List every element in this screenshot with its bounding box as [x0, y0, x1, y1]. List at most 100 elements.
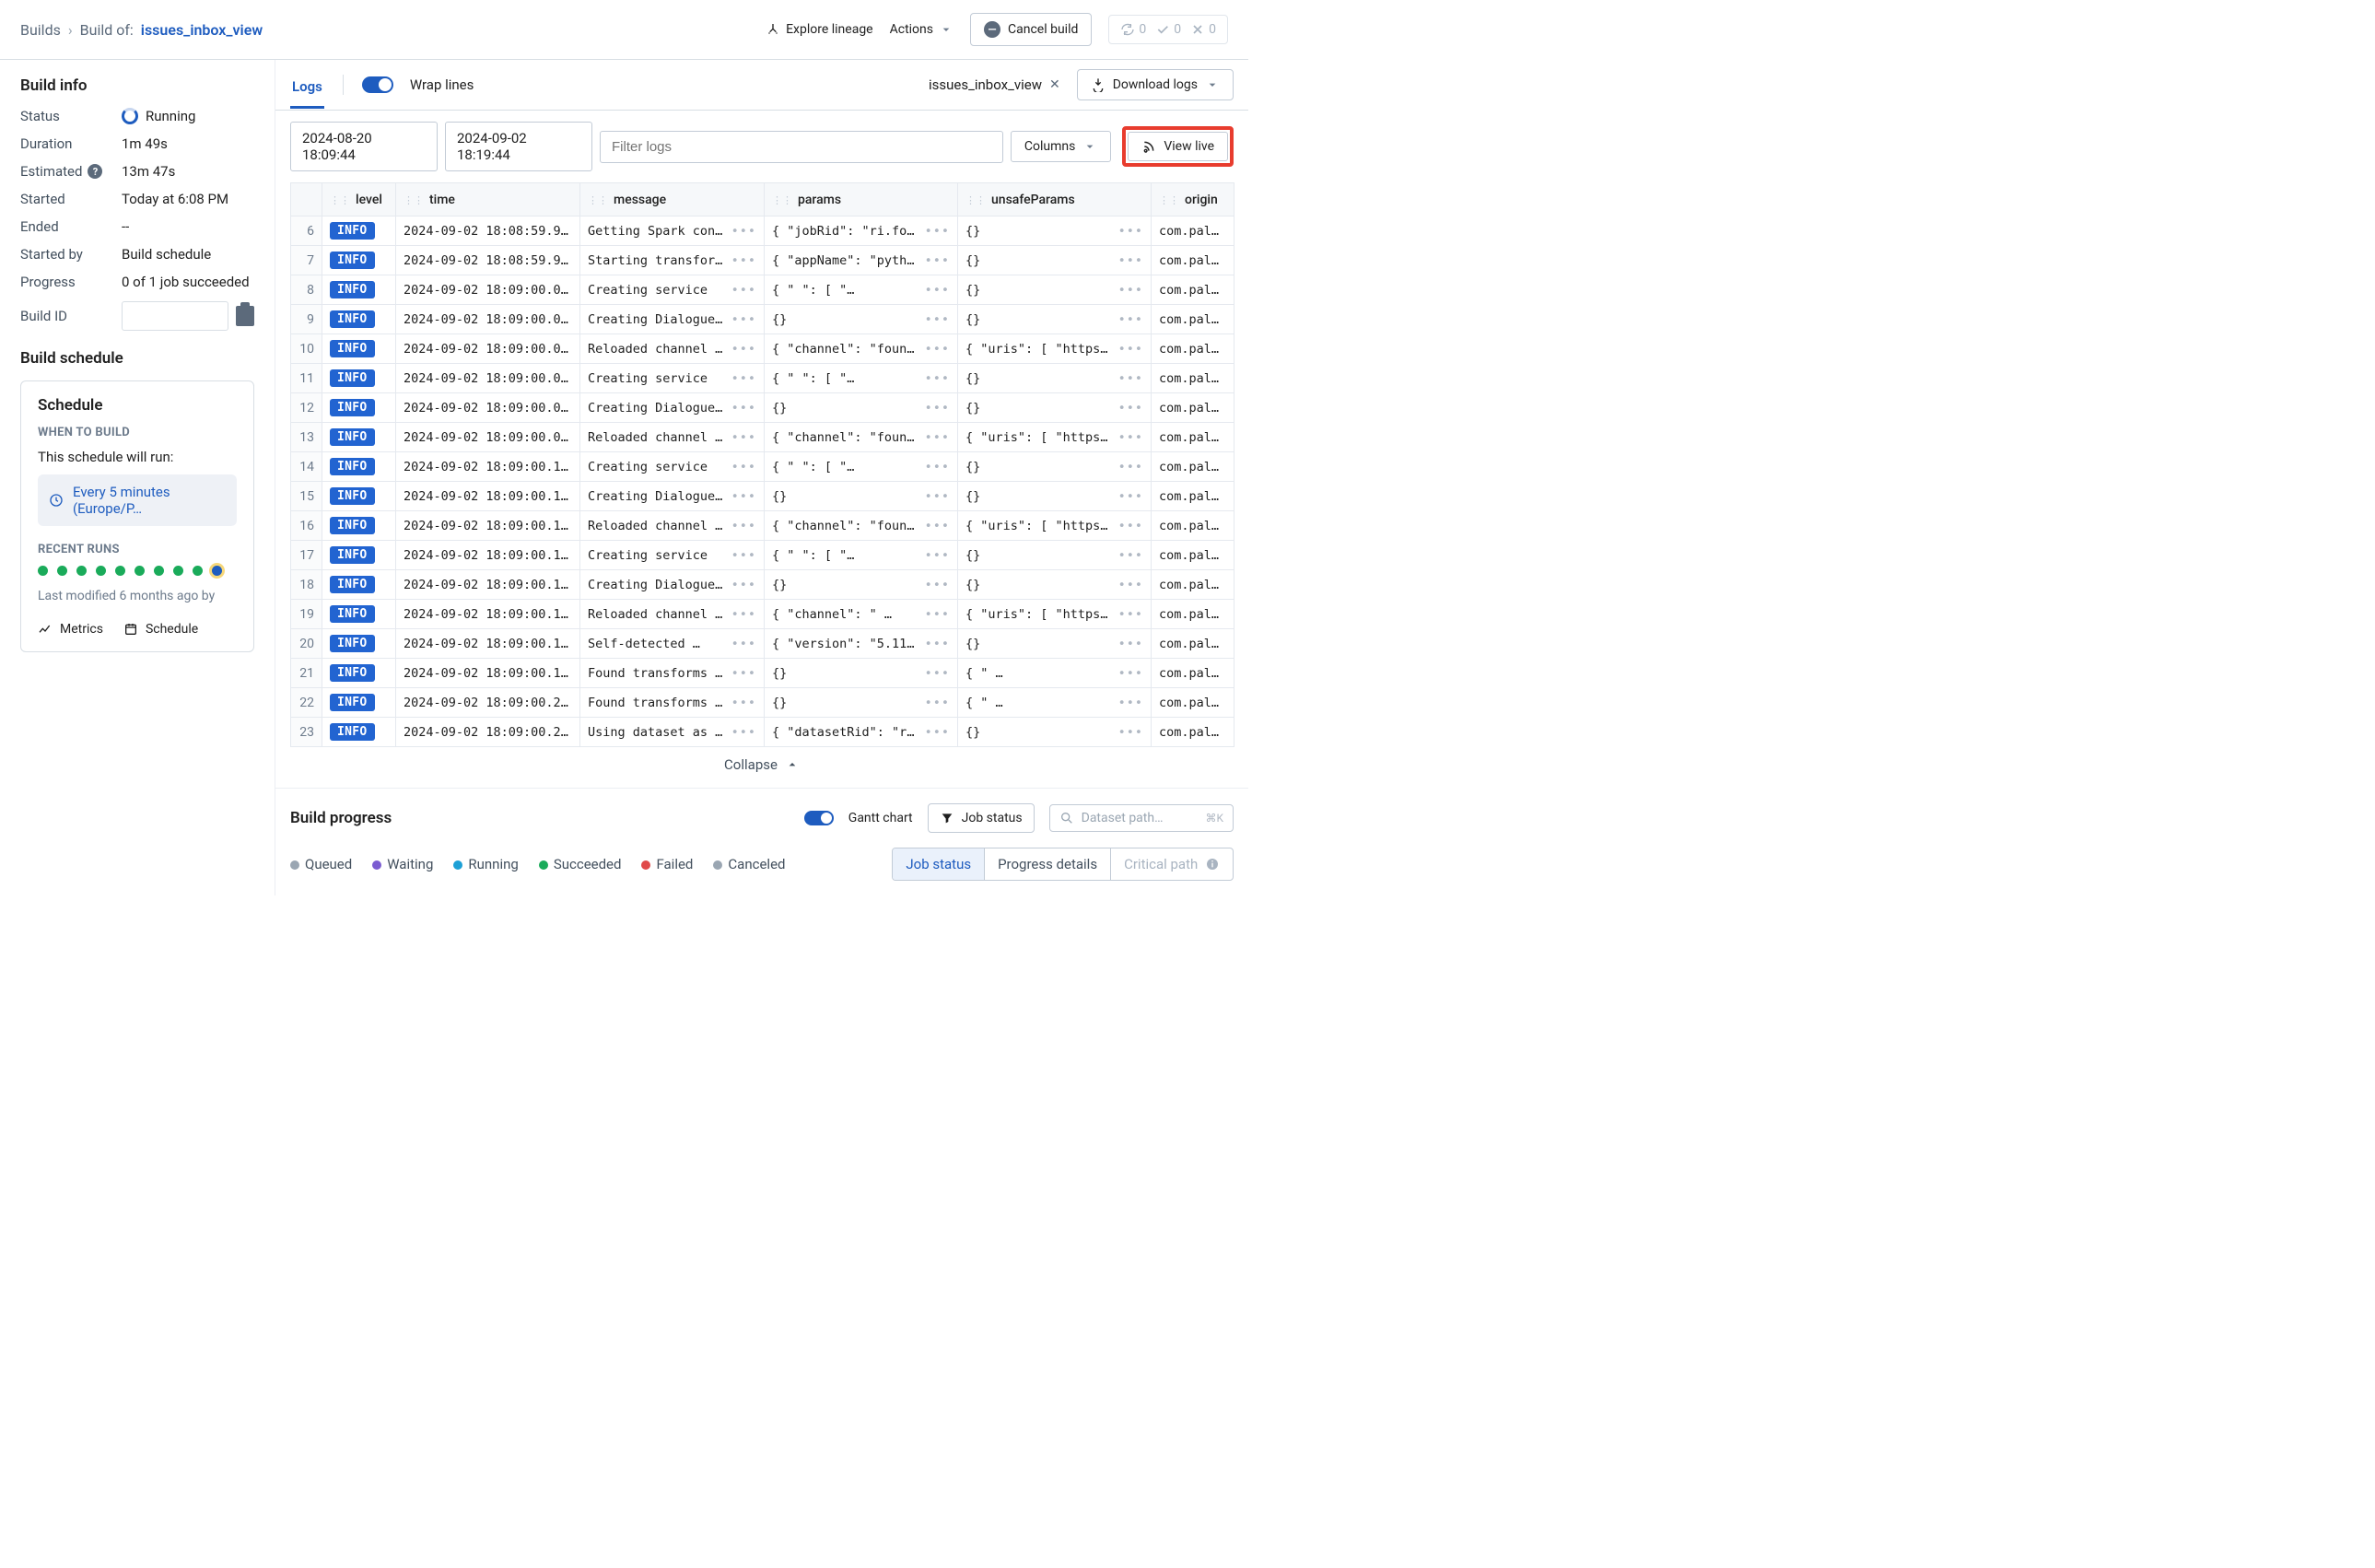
run-dot[interactable] [154, 566, 164, 576]
columns-dropdown[interactable]: Columns [1011, 131, 1111, 162]
header-message[interactable]: ⋮⋮message [580, 183, 765, 216]
table-row[interactable]: 19INFO2024-09-02 18:09:00.127Reloaded ch… [291, 600, 1234, 629]
run-dot[interactable] [135, 566, 145, 576]
more-icon[interactable]: ••• [925, 578, 950, 592]
breadcrumb-root[interactable]: Builds [20, 21, 61, 39]
table-row[interactable]: 23INFO2024-09-02 18:09:00.248Using datas… [291, 718, 1234, 747]
more-icon[interactable]: ••• [1118, 460, 1143, 474]
table-row[interactable]: 11INFO2024-09-02 18:09:00.088Creating se… [291, 364, 1234, 393]
more-icon[interactable]: ••• [731, 430, 756, 445]
table-row[interactable]: 17INFO2024-09-02 18:09:00.125Creating se… [291, 541, 1234, 570]
more-icon[interactable]: ••• [925, 666, 950, 681]
more-icon[interactable]: ••• [1118, 519, 1143, 533]
more-icon[interactable]: ••• [1118, 342, 1143, 357]
more-icon[interactable]: ••• [925, 548, 950, 563]
more-icon[interactable]: ••• [1118, 430, 1143, 445]
table-row[interactable]: 15INFO2024-09-02 18:09:00.102Creating Di… [291, 482, 1234, 511]
dataset-search-input[interactable]: Dataset path… ⌘K [1049, 804, 1234, 832]
more-icon[interactable]: ••• [731, 283, 756, 298]
run-dot[interactable] [57, 566, 67, 576]
more-icon[interactable]: ••• [1118, 489, 1143, 504]
more-icon[interactable]: ••• [731, 637, 756, 651]
more-icon[interactable]: ••• [1118, 548, 1143, 563]
more-icon[interactable]: ••• [731, 342, 756, 357]
more-icon[interactable]: ••• [925, 312, 950, 327]
close-icon[interactable]: ✕ [1049, 77, 1060, 92]
more-icon[interactable]: ••• [1118, 253, 1143, 268]
collapse-button[interactable]: Collapse [275, 747, 1248, 788]
table-row[interactable]: 7INFO2024-09-02 18:08:59.992Starting tra… [291, 246, 1234, 275]
more-icon[interactable]: ••• [731, 666, 756, 681]
breadcrumb-target[interactable]: issues_inbox_view [141, 21, 263, 39]
more-icon[interactable]: ••• [731, 460, 756, 474]
more-icon[interactable]: ••• [925, 283, 950, 298]
header-params[interactable]: ⋮⋮params [765, 183, 958, 216]
date-from-input[interactable]: 2024-08-20 18:09:44 [290, 122, 438, 171]
table-row[interactable]: 13INFO2024-09-02 18:09:00.090Reloaded ch… [291, 423, 1234, 452]
schedule-button[interactable]: Schedule [123, 622, 198, 637]
table-row[interactable]: 9INFO2024-09-02 18:09:00.073Creating Dia… [291, 305, 1234, 334]
date-to-input[interactable]: 2024-09-02 18:19:44 [445, 122, 592, 171]
build-id-field[interactable] [122, 301, 228, 331]
tab-logs[interactable]: Logs [290, 71, 324, 109]
header-level[interactable]: ⋮⋮level [322, 183, 396, 216]
more-icon[interactable]: ••• [731, 725, 756, 740]
more-icon[interactable]: ••• [925, 607, 950, 622]
more-icon[interactable]: ••• [1118, 283, 1143, 298]
more-icon[interactable]: ••• [1118, 312, 1143, 327]
table-row[interactable]: 6INFO2024-09-02 18:08:59.992Getting Spar… [291, 216, 1234, 246]
table-row[interactable]: 22INFO2024-09-02 18:09:00.208Found trans… [291, 688, 1234, 718]
explore-lineage-button[interactable]: Explore lineage [766, 22, 873, 37]
schedule-interval-pill[interactable]: Every 5 minutes (Europe/P… [38, 474, 237, 526]
run-dot[interactable] [115, 566, 125, 576]
tab-job-status[interactable]: Job status [893, 848, 985, 880]
wrap-lines-toggle[interactable] [362, 76, 393, 93]
table-row[interactable]: 18INFO2024-09-02 18:09:00.126Creating Di… [291, 570, 1234, 600]
table-row[interactable]: 12INFO2024-09-02 18:09:00.088Creating Di… [291, 393, 1234, 423]
more-icon[interactable]: ••• [731, 312, 756, 327]
cancel-build-button[interactable]: — Cancel build [970, 13, 1092, 46]
more-icon[interactable]: ••• [925, 342, 950, 357]
more-icon[interactable]: ••• [1118, 401, 1143, 415]
run-dot[interactable] [193, 566, 203, 576]
run-dot-active[interactable] [212, 566, 222, 576]
more-icon[interactable]: ••• [731, 489, 756, 504]
table-row[interactable]: 14INFO2024-09-02 18:09:00.102Creating se… [291, 452, 1234, 482]
more-icon[interactable]: ••• [925, 401, 950, 415]
more-icon[interactable]: ••• [1118, 725, 1143, 740]
table-row[interactable]: 10INFO2024-09-02 18:09:00.076Reloaded ch… [291, 334, 1234, 364]
more-icon[interactable]: ••• [1118, 637, 1143, 651]
more-icon[interactable]: ••• [731, 401, 756, 415]
more-icon[interactable]: ••• [925, 224, 950, 239]
more-icon[interactable]: ••• [925, 696, 950, 710]
refresh-badge[interactable]: 0 [1120, 22, 1146, 37]
tab-progress-details[interactable]: Progress details [985, 848, 1111, 880]
tab-critical-path[interactable]: Critical path [1111, 848, 1233, 880]
metrics-button[interactable]: Metrics [38, 622, 103, 637]
more-icon[interactable]: ••• [925, 725, 950, 740]
more-icon[interactable]: ••• [731, 548, 756, 563]
more-icon[interactable]: ••• [1118, 696, 1143, 710]
more-icon[interactable]: ••• [731, 696, 756, 710]
table-row[interactable]: 8INFO2024-09-02 18:09:00.069Creating ser… [291, 275, 1234, 305]
help-icon[interactable]: ? [88, 164, 102, 179]
header-origin[interactable]: ⋮⋮origin [1152, 183, 1234, 216]
header-unsafe[interactable]: ⋮⋮unsafeParams [958, 183, 1152, 216]
more-icon[interactable]: ••• [1118, 578, 1143, 592]
actions-dropdown[interactable]: Actions [890, 22, 954, 37]
more-icon[interactable]: ••• [1118, 371, 1143, 386]
header-time[interactable]: ⋮⋮time [396, 183, 580, 216]
more-icon[interactable]: ••• [925, 489, 950, 504]
run-dot[interactable] [38, 566, 48, 576]
table-row[interactable]: 20INFO2024-09-02 18:09:00.144Self-detect… [291, 629, 1234, 659]
run-dot[interactable] [96, 566, 106, 576]
gantt-toggle[interactable] [804, 811, 834, 825]
more-icon[interactable]: ••• [731, 578, 756, 592]
more-icon[interactable]: ••• [731, 519, 756, 533]
check-badge[interactable]: 0 [1155, 22, 1181, 37]
more-icon[interactable]: ••• [925, 430, 950, 445]
view-live-button[interactable]: View live [1128, 132, 1228, 161]
table-row[interactable]: 21INFO2024-09-02 18:09:00.194Found trans… [291, 659, 1234, 688]
more-icon[interactable]: ••• [731, 371, 756, 386]
clipboard-icon[interactable] [236, 306, 254, 326]
